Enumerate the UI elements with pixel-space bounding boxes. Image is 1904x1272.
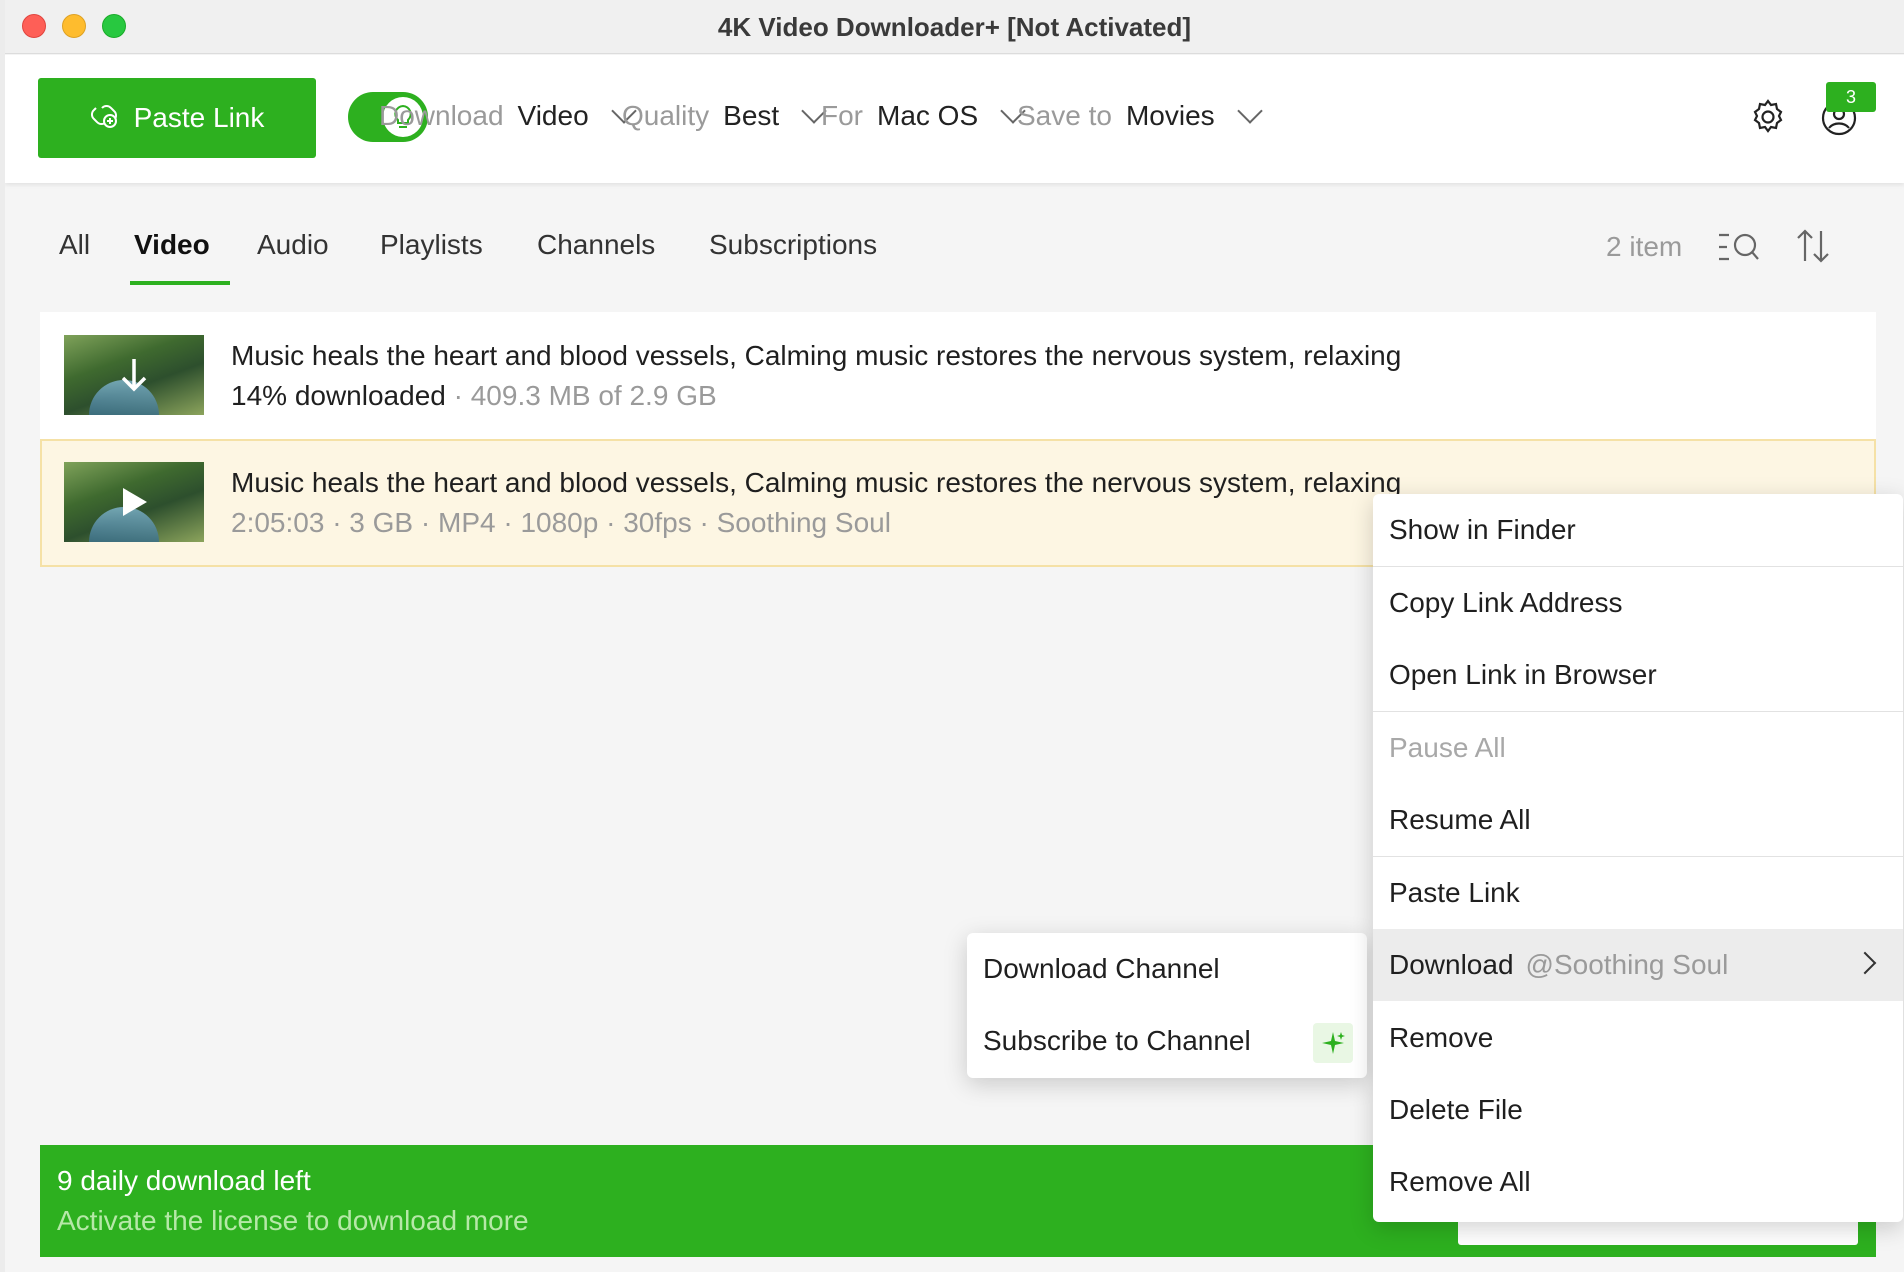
activate-hint-text: Activate the license to download more — [57, 1205, 529, 1236]
title-bar: 4K Video Downloader+ [Not Activated] — [5, 0, 1904, 54]
pause-all-item[interactable]: Pause All — [1373, 712, 1903, 784]
toolbar: Paste Link Download Video Quality Best F… — [5, 55, 1904, 183]
settings-gear-icon[interactable] — [1749, 98, 1787, 141]
download-type-label: Download — [379, 100, 504, 131]
platform-label: For — [821, 100, 863, 131]
copy-link-address-item[interactable]: Copy Link Address — [1373, 567, 1903, 639]
tab-all[interactable]: All — [59, 229, 90, 261]
chevron-right-icon — [1853, 951, 1877, 975]
video-thumbnail — [64, 335, 204, 415]
play-icon — [123, 488, 147, 516]
open-link-in-browser-item[interactable]: Open Link in Browser — [1373, 639, 1903, 711]
item-count: 2 item — [1606, 231, 1683, 262]
daily-limit-text: 9 daily download left — [57, 1165, 311, 1196]
resume-all-item[interactable]: Resume All — [1373, 784, 1903, 856]
download-channel-item[interactable]: Download Channel — [967, 933, 1367, 1005]
save-location-label: Save to — [1017, 100, 1112, 131]
video-thumbnail — [64, 462, 204, 542]
progress-size: · 409.3 MB of 2.9 GB — [445, 380, 717, 411]
remove-item[interactable]: Remove — [1373, 1002, 1903, 1074]
paste-link-icon — [90, 100, 120, 137]
context-menu: Show in Finder Copy Link Address Open Li… — [1373, 494, 1903, 1222]
quality-value: Best — [723, 100, 780, 131]
notification-badge[interactable]: 3 — [1826, 82, 1876, 112]
save-location-dropdown[interactable]: Save to Movies — [1017, 98, 1263, 132]
subscribe-channel-label: Subscribe to Channel — [983, 1025, 1251, 1056]
platform-dropdown[interactable]: For Mac OS — [821, 98, 1026, 132]
sparkle-icon — [1313, 1023, 1353, 1063]
quality-label: Quality — [622, 100, 710, 131]
sort-icon[interactable] — [1795, 227, 1831, 270]
paste-link-item[interactable]: Paste Link — [1373, 857, 1903, 929]
video-meta: 2:05:03 · 3 GB · MP4 · 1080p · 30fps · S… — [231, 507, 891, 538]
tab-video[interactable]: Video — [134, 229, 210, 261]
category-tabs: All Video Audio Playlists Channels Subsc… — [5, 183, 1904, 285]
search-icon[interactable] — [1717, 229, 1761, 270]
download-type-dropdown[interactable]: Download Video — [379, 98, 637, 132]
video-title: Music heals the heart and blood vessels,… — [231, 467, 1402, 498]
delete-file-item[interactable]: Delete File — [1373, 1074, 1903, 1146]
tab-subscriptions[interactable]: Subscriptions — [709, 229, 877, 261]
remove-all-item[interactable]: Remove All — [1373, 1146, 1903, 1218]
progress-percent: 14% downloaded — [231, 380, 446, 411]
window-title: 4K Video Downloader+ [Not Activated] — [717, 12, 1192, 42]
tab-audio[interactable]: Audio — [257, 229, 329, 261]
video-title: Music heals the heart and blood vessels,… — [231, 340, 1402, 371]
download-arrow-icon — [121, 359, 147, 392]
subscribe-channel-item[interactable]: Subscribe to Channel — [967, 1005, 1367, 1077]
quality-dropdown[interactable]: Quality Best — [622, 98, 827, 132]
chevron-down-icon — [1236, 98, 1263, 124]
channel-submenu: Download Channel Subscribe to Channel — [967, 933, 1367, 1078]
active-tab-indicator — [130, 281, 230, 285]
download-row[interactable]: Music heals the heart and blood vessels,… — [40, 312, 1876, 440]
download-item-label: Download — [1389, 949, 1514, 980]
save-location-value: Movies — [1125, 100, 1215, 131]
platform-value: Mac OS — [877, 100, 979, 131]
download-progress: 14% downloaded · 409.3 MB of 2.9 GB — [231, 380, 717, 412]
download-type-value: Video — [517, 100, 589, 131]
paste-link-button[interactable]: Paste Link — [38, 78, 316, 158]
download-channel-submenu-item[interactable]: Download @Soothing Soul — [1373, 929, 1903, 1001]
show-in-finder-item[interactable]: Show in Finder — [1373, 494, 1903, 566]
paste-link-label: Paste Link — [133, 102, 265, 133]
channel-handle: @Soothing Soul — [1525, 949, 1729, 980]
app-window: 4K Video Downloader+ [Not Activated] Pas… — [5, 0, 1904, 1272]
tab-channels[interactable]: Channels — [537, 229, 655, 261]
tab-playlists[interactable]: Playlists — [380, 229, 483, 261]
